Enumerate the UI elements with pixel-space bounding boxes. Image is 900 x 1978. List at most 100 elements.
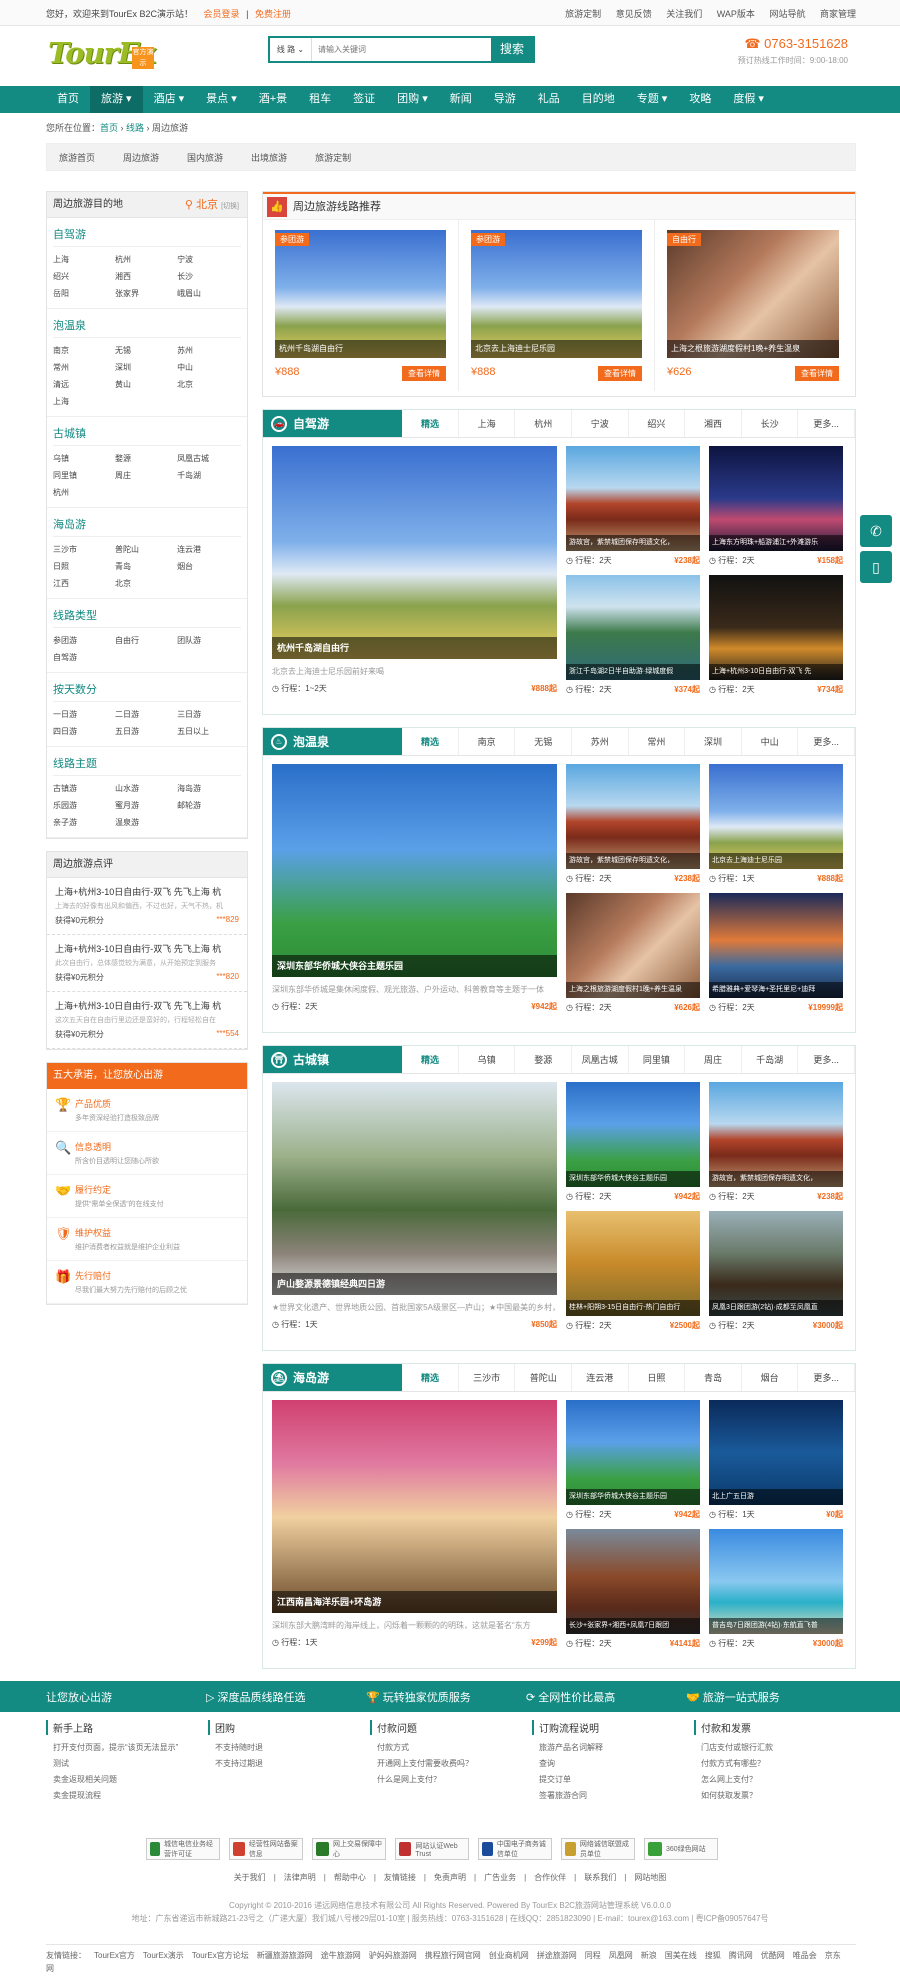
nav-item[interactable]: 专题 ▾ bbox=[626, 86, 679, 113]
nav-item[interactable]: 酒店 ▾ bbox=[143, 86, 196, 113]
trust-badge[interactable]: 网站认证Web Trust bbox=[395, 1838, 469, 1860]
recommend-card[interactable]: 自由行 上海之根旅游湖度假村1晚+养生温泉 ¥626 查看详情 bbox=[655, 220, 851, 391]
tour-name[interactable]: 上海之根旅游湖度假村1晚+养生温泉 bbox=[566, 982, 700, 998]
tour-card[interactable]: 凤凰3日跟团游(2钻)·成都至凤凰直 ◷ 行程：2天 ¥3000起 bbox=[709, 1211, 843, 1332]
featured-photo[interactable]: 江西南昌海洋乐园+环岛游 bbox=[272, 1400, 557, 1613]
friend-link[interactable]: 唯品会 bbox=[793, 1951, 817, 1960]
tour-card[interactable]: 深圳东部华侨城大侠谷主题乐园 ◷ 行程：2天 ¥942起 bbox=[566, 1082, 700, 1203]
sub-tab[interactable]: 出境旅游 bbox=[251, 151, 287, 164]
help-link[interactable]: 打开支付页面，提示“该页无法显示” bbox=[46, 1740, 208, 1756]
tour-photo[interactable]: 游故宫，紫禁城团保存明遗文化， bbox=[566, 446, 700, 551]
dest-link[interactable]: 上海 bbox=[53, 393, 115, 410]
dest-link[interactable]: 苏州 bbox=[177, 342, 239, 359]
tour-name[interactable]: 游故宫，紫禁城团保存明遗文化， bbox=[566, 535, 700, 551]
section-tab[interactable]: 宁波 bbox=[572, 410, 629, 437]
tour-name[interactable]: 凤凰3日跟团游(2钻)·成都至凤凰直 bbox=[709, 1300, 843, 1316]
dest-link[interactable]: 宁波 bbox=[177, 251, 239, 268]
dest-link[interactable]: 清远 bbox=[53, 376, 115, 393]
trust-badge[interactable]: 360绿色网站 bbox=[644, 1838, 718, 1860]
review-title[interactable]: 上海+杭州3-10日自由行-双飞 先飞上海 杭 bbox=[55, 886, 239, 898]
friend-link[interactable]: 凤凰网 bbox=[609, 1951, 633, 1960]
section-tab[interactable]: 日照 bbox=[629, 1364, 686, 1391]
tour-name[interactable]: 普吉岛7日跟团游(4钻)·东航直飞普 bbox=[709, 1618, 843, 1634]
dest-link[interactable]: 亲子游 bbox=[53, 814, 115, 831]
featured-tour[interactable]: 杭州千岛湖自由行 北京去上海迪士尼乐园前好来喝 ◷ 行程：1~2天 ¥888起 bbox=[272, 446, 557, 704]
tour-photo[interactable]: 深圳东部华侨城大侠谷主题乐园 bbox=[566, 1082, 700, 1187]
section-tab[interactable]: 凤凰古城 bbox=[572, 1046, 629, 1073]
nav-item[interactable]: 度假 ▾ bbox=[722, 86, 775, 113]
dest-link[interactable]: 自由行 bbox=[115, 632, 177, 649]
dest-link[interactable]: 五日游 bbox=[115, 723, 177, 740]
login-link[interactable]: 会员登录 bbox=[204, 9, 240, 19]
tour-photo[interactable]: 希腊雅典+爱琴海+圣托里尼+迪拜 bbox=[709, 893, 843, 998]
section-tab[interactable]: 普陀山 bbox=[515, 1364, 572, 1391]
featured-photo[interactable]: 庐山婺源景德镇经典四日游 bbox=[272, 1082, 557, 1295]
tour-photo[interactable]: 深圳东部华侨城大侠谷主题乐园 bbox=[566, 1400, 700, 1505]
dest-link[interactable]: 岳阳 bbox=[53, 285, 115, 302]
dest-link[interactable]: 二日游 bbox=[115, 706, 177, 723]
help-link[interactable]: 卖金提现流程 bbox=[46, 1788, 208, 1804]
dest-link[interactable]: 千岛湖 bbox=[177, 467, 239, 484]
trust-badge[interactable]: 网络诚信联盟成员单位 bbox=[561, 1838, 635, 1860]
help-link[interactable]: 卖金返现相关问题 bbox=[46, 1772, 208, 1788]
section-tab[interactable]: 青岛 bbox=[685, 1364, 742, 1391]
section-tab[interactable]: 湘西 bbox=[685, 410, 742, 437]
switch-city-link[interactable]: [切换] bbox=[221, 203, 239, 210]
dest-link[interactable]: 峨眉山 bbox=[177, 285, 239, 302]
breadcrumb-home[interactable]: 首页 bbox=[100, 123, 118, 133]
friend-link[interactable]: 创业商机网 bbox=[489, 1951, 529, 1960]
friend-link[interactable]: 国美在线 bbox=[665, 1951, 697, 1960]
search-button[interactable]: 搜索 bbox=[491, 38, 533, 61]
footer-link[interactable]: 网站地图 bbox=[634, 1873, 666, 1882]
section-tab[interactable]: 更多... bbox=[798, 410, 855, 437]
nav-item[interactable]: 新闻 bbox=[439, 86, 483, 113]
recommend-name[interactable]: 杭州千岛湖自由行 bbox=[275, 340, 446, 358]
footer-link[interactable]: 帮助中心 bbox=[334, 1873, 366, 1882]
dest-link[interactable]: 绍兴 bbox=[53, 268, 115, 285]
featured-photo[interactable]: 深圳东部华侨城大侠谷主题乐园 bbox=[272, 764, 557, 977]
recommend-photo[interactable]: 参团游 杭州千岛湖自由行 bbox=[275, 230, 446, 358]
tour-card[interactable]: 北京去上海迪士尼乐园 ◷ 行程：1天 ¥888起 bbox=[709, 764, 843, 885]
tour-name[interactable]: 游故宫，紫禁城团保存明遗文化， bbox=[709, 1171, 843, 1187]
breadcrumb-line[interactable]: 线路 bbox=[126, 123, 144, 133]
nav-item[interactable]: 景点 ▾ bbox=[195, 86, 248, 113]
help-link[interactable]: 不支持过期退 bbox=[208, 1756, 370, 1772]
nav-item[interactable]: 酒+景 bbox=[248, 86, 298, 113]
footer-link[interactable]: 法律声明 bbox=[284, 1873, 316, 1882]
section-tab[interactable]: 长沙 bbox=[742, 410, 799, 437]
friend-link[interactable]: TourEx官方 bbox=[94, 1951, 135, 1960]
dest-link[interactable]: 三日游 bbox=[177, 706, 239, 723]
tour-card[interactable]: 游故宫，紫禁城团保存明遗文化， ◷ 行程：2天 ¥238起 bbox=[709, 1082, 843, 1203]
recommend-photo[interactable]: 参团游 北京去上海迪士尼乐园 bbox=[471, 230, 642, 358]
tour-card[interactable]: 北上广五日游 ◷ 行程：1天 ¥0起 bbox=[709, 1400, 843, 1521]
section-tab[interactable]: 更多... bbox=[798, 1046, 855, 1073]
friend-link[interactable]: TourEx官方论坛 bbox=[192, 1951, 249, 1960]
recommend-card[interactable]: 参团游 杭州千岛湖自由行 ¥888 查看详情 bbox=[263, 220, 459, 391]
dest-link[interactable]: 烟台 bbox=[177, 558, 239, 575]
tour-card[interactable]: 游故宫，紫禁城团保存明遗文化， ◷ 行程：2天 ¥238起 bbox=[566, 446, 700, 567]
tour-card[interactable]: 深圳东部华侨城大侠谷主题乐园 ◷ 行程：2天 ¥942起 bbox=[566, 1400, 700, 1521]
featured-tour[interactable]: 江西南昌海洋乐园+环岛游 深圳东部大鹏湾畔的海岸线上，闪烁着一颗颗的的明珠，这就是… bbox=[272, 1400, 557, 1658]
featured-name[interactable]: 江西南昌海洋乐园+环岛游 bbox=[272, 1591, 557, 1613]
help-link[interactable]: 门店支付或银行汇款 bbox=[694, 1740, 856, 1756]
tour-name[interactable]: 深圳东部华侨城大侠谷主题乐园 bbox=[566, 1171, 700, 1187]
sub-tab[interactable]: 国内旅游 bbox=[187, 151, 223, 164]
tour-card[interactable]: 长沙+张家界+湘西+凤凰7日跟团 ◷ 行程：2天 ¥4141起 bbox=[566, 1529, 700, 1650]
section-tab[interactable]: 周庄 bbox=[685, 1046, 742, 1073]
wechat-icon[interactable]: ✆ bbox=[860, 515, 892, 547]
dest-link[interactable]: 杭州 bbox=[115, 251, 177, 268]
dest-link[interactable]: 古镇游 bbox=[53, 780, 115, 797]
tour-photo[interactable]: 凤凰3日跟团游(2钻)·成都至凤凰直 bbox=[709, 1211, 843, 1316]
dest-link[interactable]: 海岛游 bbox=[177, 780, 239, 797]
dest-link[interactable]: 湘西 bbox=[115, 268, 177, 285]
nav-item[interactable]: 旅游 ▾ bbox=[90, 86, 143, 113]
help-link[interactable]: 什么是网上支付？ bbox=[370, 1772, 532, 1788]
footer-link[interactable]: 联系我们 bbox=[584, 1873, 616, 1882]
dest-link[interactable]: 连云港 bbox=[177, 541, 239, 558]
nav-item[interactable]: 首页 bbox=[46, 86, 90, 113]
tour-card[interactable]: 普吉岛7日跟团游(4钻)·东航直飞普 ◷ 行程：2天 ¥3000起 bbox=[709, 1529, 843, 1650]
recommend-photo[interactable]: 自由行 上海之根旅游湖度假村1晚+养生温泉 bbox=[667, 230, 839, 358]
custom-tour-link[interactable]: 旅游定制 bbox=[565, 9, 601, 19]
trust-badge[interactable]: 中国电子商务诚信单位 bbox=[478, 1838, 552, 1860]
section-tab[interactable]: 精选 bbox=[402, 1364, 459, 1391]
